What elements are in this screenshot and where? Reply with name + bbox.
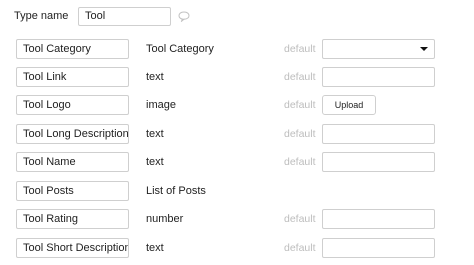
field-row: Tool Short Description text default bbox=[16, 238, 436, 258]
field-type: text bbox=[146, 71, 164, 83]
type-name-label: Type name bbox=[14, 10, 69, 22]
comment-icon[interactable] bbox=[178, 11, 190, 22]
default-label: default bbox=[284, 71, 316, 83]
field-type: Tool Category bbox=[146, 43, 214, 55]
field-name-input[interactable]: Tool Posts bbox=[16, 181, 129, 201]
field-name-input[interactable]: Tool Rating bbox=[16, 209, 129, 229]
field-type: image bbox=[146, 99, 176, 111]
field-name-input[interactable]: Tool Category bbox=[16, 39, 129, 59]
field-name-input[interactable]: Tool Long Description bbox=[16, 124, 129, 144]
default-label: default bbox=[284, 242, 316, 254]
field-name-input[interactable]: Tool Logo bbox=[16, 95, 129, 115]
field-type: List of Posts bbox=[146, 185, 206, 197]
upload-button[interactable]: Upload bbox=[322, 95, 376, 115]
field-row: Tool Name text default bbox=[16, 152, 436, 172]
field-type: text bbox=[146, 156, 164, 168]
default-label: default bbox=[284, 213, 316, 225]
field-row: Tool Link text default bbox=[16, 67, 436, 87]
field-name-input[interactable]: Tool Link bbox=[16, 67, 129, 87]
field-row: Tool Long Description text default bbox=[16, 124, 436, 144]
type-name-row: Type name Tool bbox=[14, 6, 190, 26]
field-type: text bbox=[146, 242, 164, 254]
default-label: default bbox=[284, 99, 316, 111]
default-input[interactable] bbox=[322, 67, 435, 87]
field-row: Tool Rating number default bbox=[16, 209, 436, 229]
default-input[interactable] bbox=[322, 238, 435, 258]
default-input[interactable] bbox=[322, 152, 435, 172]
field-name-input[interactable]: Tool Short Description bbox=[16, 238, 129, 258]
chevron-down-icon bbox=[420, 47, 428, 51]
field-row: Tool Posts List of Posts bbox=[16, 181, 436, 201]
field-type: text bbox=[146, 128, 164, 140]
field-name-input[interactable]: Tool Name bbox=[16, 152, 129, 172]
default-input[interactable] bbox=[322, 124, 435, 144]
default-select[interactable] bbox=[322, 39, 435, 59]
default-label: default bbox=[284, 128, 316, 140]
field-type: number bbox=[146, 213, 184, 225]
field-row: Tool Category Tool Category default bbox=[16, 39, 436, 59]
default-input[interactable] bbox=[322, 209, 435, 229]
default-label: default bbox=[284, 156, 316, 168]
type-name-input[interactable]: Tool bbox=[78, 6, 171, 26]
field-row: Tool Logo image default Upload bbox=[16, 95, 436, 115]
default-label: default bbox=[284, 43, 316, 55]
